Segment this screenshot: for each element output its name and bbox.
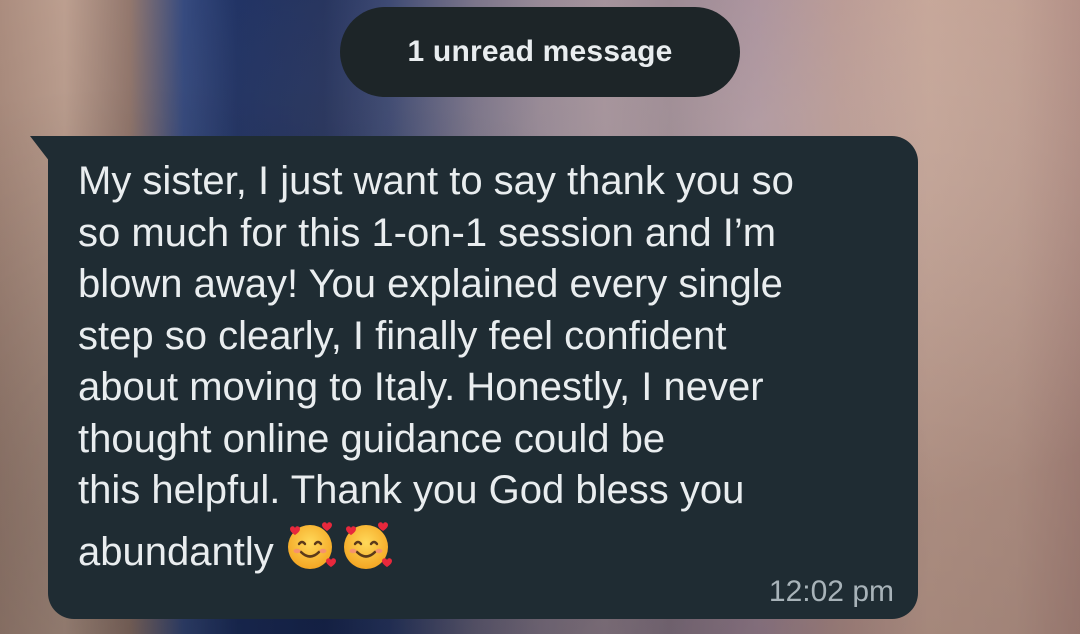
emoji-group bbox=[282, 517, 394, 573]
bubble-tail bbox=[30, 136, 50, 162]
unread-messages-label: 1 unread message bbox=[407, 35, 673, 68]
message-text: My sister, I just want to say thank you … bbox=[78, 156, 898, 578]
message-line: step so clearly, I finally feel confiden… bbox=[78, 313, 727, 358]
message-line: thought online guidance could be bbox=[78, 416, 666, 461]
message-line: so much for this 1-on-1 session and I’m bbox=[78, 210, 777, 255]
smiling-face-with-hearts-icon bbox=[338, 517, 394, 573]
message-line: My sister, I just want to say thank you … bbox=[78, 159, 794, 203]
message-timestamp: 12:02 pm bbox=[768, 575, 894, 608]
smiling-face-with-hearts-icon bbox=[282, 517, 338, 573]
message-line: this helpful. Thank you God bless you bbox=[78, 468, 745, 512]
unread-messages-banner: 1 unread message bbox=[340, 7, 740, 97]
message-line: blown away! You explained every single bbox=[78, 262, 783, 306]
message-line: abundantly bbox=[78, 529, 274, 574]
message-line: about moving to Italy. Honestly, I never bbox=[78, 365, 764, 409]
incoming-message-bubble[interactable]: My sister, I just want to say thank you … bbox=[48, 136, 918, 619]
